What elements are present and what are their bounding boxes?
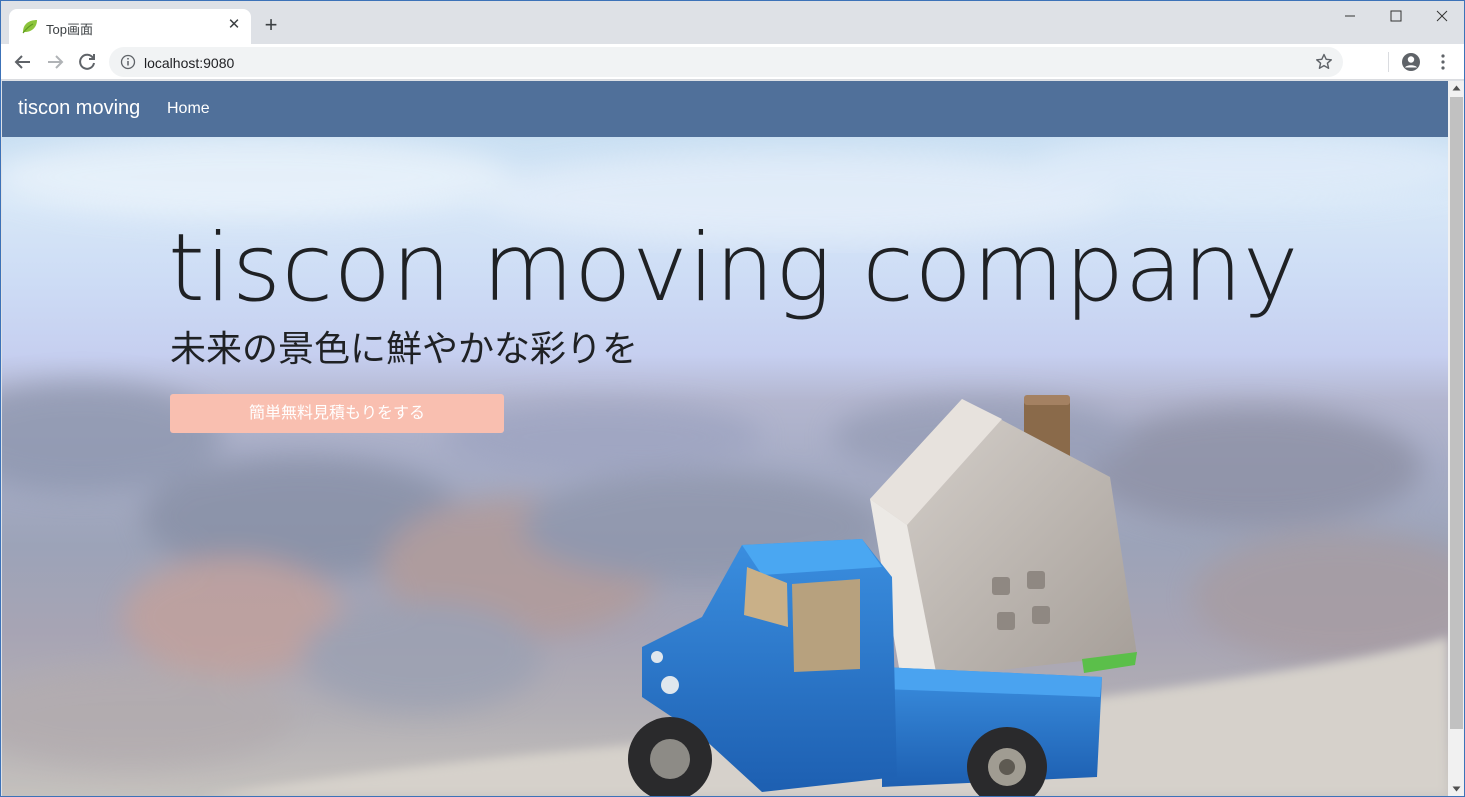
page-viewport: tiscon moving Home tiscon moving company… xyxy=(2,81,1448,796)
scroll-down-arrow-icon[interactable] xyxy=(1452,785,1461,793)
back-arrow-icon[interactable] xyxy=(11,50,35,74)
menu-icon[interactable] xyxy=(1433,52,1453,72)
maximize-icon[interactable] xyxy=(1373,5,1419,29)
page-scrollbar[interactable] xyxy=(1448,81,1464,796)
tab-close-icon[interactable]: ✕ xyxy=(225,16,243,34)
close-icon[interactable] xyxy=(1419,5,1465,29)
minimize-icon[interactable] xyxy=(1327,5,1373,29)
address-bar[interactable]: localhost:9080 xyxy=(109,47,1343,77)
star-icon[interactable] xyxy=(1315,53,1333,71)
scroll-thumb[interactable] xyxy=(1450,97,1463,729)
free-estimate-button[interactable]: 簡単無料見積もりをする xyxy=(170,394,504,433)
toolbar-separator xyxy=(1388,52,1389,72)
hero-section: tiscon moving company 未来の景色に鮮やかな彩りを 簡単無料… xyxy=(2,137,1448,796)
scroll-up-arrow-icon[interactable] xyxy=(1452,84,1461,92)
nav-home-link[interactable]: Home xyxy=(167,100,210,118)
site-brand[interactable]: tiscon moving xyxy=(18,97,140,120)
new-tab-button[interactable]: + xyxy=(261,14,281,36)
tab-strip: Top画面 ✕ + xyxy=(1,1,1464,44)
site-navbar: tiscon moving Home xyxy=(2,81,1448,137)
tab-title: Top画面 xyxy=(46,22,93,37)
hero-subtitle: 未来の景色に鮮やかな彩りを xyxy=(170,328,639,369)
browser-tab[interactable]: Top画面 ✕ xyxy=(9,9,251,44)
browser-toolbar: localhost:9080 xyxy=(1,44,1464,80)
forward-arrow-icon[interactable] xyxy=(43,50,67,74)
reload-icon[interactable] xyxy=(75,50,99,74)
browser-window: Top画面 ✕ + localhost:9080 tiscon moving H… xyxy=(0,0,1465,797)
url-text[interactable]: localhost:9080 xyxy=(144,55,234,71)
info-icon[interactable] xyxy=(120,54,136,70)
hero-title: tiscon moving company xyxy=(168,214,1300,323)
profile-icon[interactable] xyxy=(1400,51,1422,73)
leaf-favicon-icon xyxy=(22,20,37,34)
